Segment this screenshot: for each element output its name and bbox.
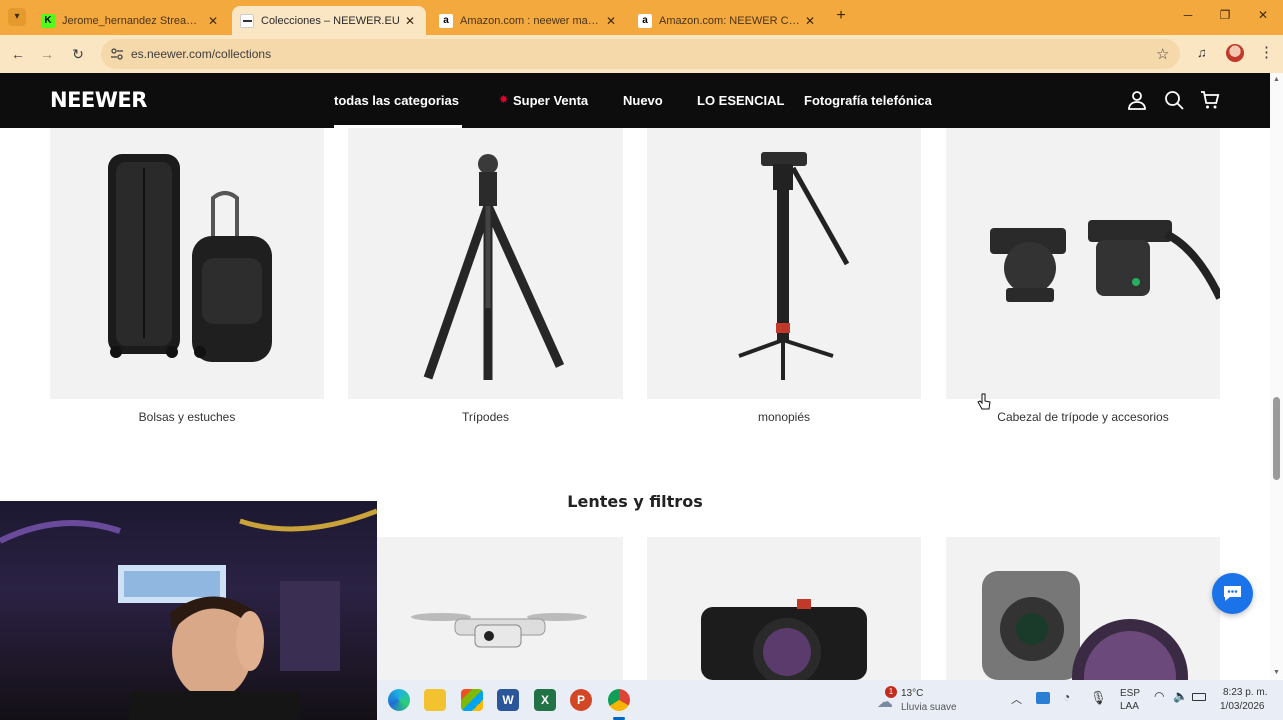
back-icon[interactable]: ← xyxy=(9,45,27,63)
tab-title: Amazon.com : neewer macro le xyxy=(460,14,603,27)
close-icon[interactable]: ✕ xyxy=(802,14,818,28)
minimize-icon[interactable]: ─ xyxy=(1178,8,1198,26)
camera-cage-image xyxy=(701,599,867,686)
collection-label[interactable]: Trípodes xyxy=(348,410,623,424)
bag-case-image xyxy=(108,154,272,362)
microphone-icon[interactable]: 🎙 xyxy=(1090,690,1107,706)
nav-fotografia-telefonica[interactable]: Fotografía telefónica xyxy=(804,93,932,108)
browser-tab-strip: ▾ K Jerome_hernandez Stream - W ✕ Colecc… xyxy=(0,0,1283,35)
weather-alert-badge: 1 xyxy=(885,686,897,698)
collection-card-monopods[interactable] xyxy=(647,128,921,399)
tab-amazon-clip[interactable]: a Amazon.com: NEEWER Clip On ✕ xyxy=(630,6,826,35)
webcam-overlay xyxy=(0,501,377,720)
close-icon[interactable]: ✕ xyxy=(603,14,619,28)
site-info-icon[interactable] xyxy=(110,47,124,61)
chrome-icon[interactable] xyxy=(608,689,630,711)
restore-icon[interactable]: ❐ xyxy=(1215,8,1235,26)
collection-label[interactable]: Bolsas y estuches xyxy=(50,410,324,424)
media-control-icon[interactable]: ♫ xyxy=(1197,45,1207,60)
scrollbar-thumb[interactable] xyxy=(1273,397,1280,480)
search-icon[interactable] xyxy=(1164,90,1184,110)
file-explorer-icon[interactable] xyxy=(424,689,446,711)
tab-neewer-collections[interactable]: Colecciones – NEEWER.EU ✕ xyxy=(232,6,426,35)
kick-icon: K xyxy=(41,13,55,28)
reload-icon[interactable]: ↻ xyxy=(69,45,87,63)
collection-label[interactable]: monopiés xyxy=(647,410,921,424)
battery-icon[interactable] xyxy=(1192,693,1206,701)
neewer-icon xyxy=(240,13,254,28)
amazon-icon: a xyxy=(439,13,453,28)
scroll-up-arrow[interactable]: ▲ xyxy=(1273,76,1280,83)
tab-title: Amazon.com: NEEWER Clip On xyxy=(659,14,802,27)
input-language[interactable]: ESP xyxy=(1120,688,1140,699)
browser-toolbar: ← → ↻ es.neewer.com/collections ☆ ♫ ⋮ xyxy=(0,35,1283,73)
profile-avatar[interactable] xyxy=(1226,44,1244,62)
tab-kick-stream[interactable]: K Jerome_hernandez Stream - W ✕ xyxy=(33,6,229,35)
collection-card-drone-filters[interactable] xyxy=(377,537,623,680)
collection-card-tripod-heads[interactable] xyxy=(946,128,1224,399)
drone-image xyxy=(411,613,587,648)
windows-taskbar: W X P ☁ 1 13°C Lluvia suave ︿ ◔ 🎙 ESP LA… xyxy=(377,680,1283,720)
nav-super-venta[interactable]: Super Venta xyxy=(513,93,588,108)
weather-widget[interactable]: ☁ 1 13°C Lluvia suave xyxy=(877,686,967,716)
tab-title: Jerome_hernandez Stream - W xyxy=(62,14,205,27)
tab-title: Colecciones – NEEWER.EU xyxy=(261,14,400,27)
collection-card-camera-cage[interactable] xyxy=(647,537,921,686)
flash-sale-icon: ✸ xyxy=(499,94,509,106)
tray-overflow-chevron-icon[interactable]: ︿ xyxy=(1011,691,1022,707)
monopod-image xyxy=(738,152,850,380)
wifi-icon[interactable]: ◠ xyxy=(1154,689,1164,703)
hand-cursor-icon xyxy=(977,393,991,410)
input-layout[interactable]: LAA xyxy=(1120,701,1139,712)
amazon-icon: a xyxy=(638,13,652,28)
tray-meet-icon[interactable]: ◔ xyxy=(1063,690,1070,704)
tab-amazon-macro[interactable]: a Amazon.com : neewer macro le ✕ xyxy=(431,6,627,35)
nav-lo-esencial[interactable]: LO ESENCIAL xyxy=(697,93,784,108)
close-icon[interactable]: ✕ xyxy=(402,14,418,28)
bookmark-star-icon[interactable]: ☆ xyxy=(1156,45,1169,63)
powerpoint-icon[interactable]: P xyxy=(570,689,592,711)
word-icon[interactable]: W xyxy=(497,689,519,711)
close-window-icon[interactable]: ✕ xyxy=(1253,8,1273,26)
volume-icon[interactable]: 🔈 xyxy=(1173,689,1188,703)
cart-icon[interactable] xyxy=(1200,90,1220,110)
excel-icon[interactable]: X xyxy=(534,689,556,711)
collection-card-bags[interactable] xyxy=(50,128,324,399)
clock-date[interactable]: 1/03/2026 xyxy=(1220,701,1265,712)
nav-nuevo[interactable]: Nuevo xyxy=(623,93,663,108)
weather-desc: Lluvia suave xyxy=(901,702,957,713)
edge-icon[interactable] xyxy=(388,689,410,711)
close-icon[interactable]: ✕ xyxy=(205,14,221,28)
neewer-logo[interactable]: NEEWER xyxy=(50,88,147,112)
collection-card-phone-lens[interactable] xyxy=(946,537,1220,720)
tray-app-icon[interactable] xyxy=(1036,692,1050,704)
forward-icon[interactable]: → xyxy=(38,45,56,63)
weather-temp: 13°C xyxy=(901,688,924,699)
chat-widget-button[interactable] xyxy=(1212,573,1253,614)
nav-all-categories[interactable]: todas las categorias xyxy=(334,93,459,108)
address-bar[interactable]: es.neewer.com/collections ☆ xyxy=(101,39,1180,69)
collection-label[interactable]: Cabezal de trípode y accesorios xyxy=(946,410,1220,424)
site-header: NEEWER todas las categorias ✸ Super Vent… xyxy=(0,73,1270,128)
microsoft-store-icon[interactable] xyxy=(461,689,483,711)
streamer-webcam-image xyxy=(0,508,377,720)
tab-search-button[interactable]: ▾ xyxy=(8,8,26,26)
phone-lens-image xyxy=(982,571,1188,720)
tripod-image xyxy=(423,154,565,380)
new-tab-button[interactable]: + xyxy=(832,7,850,27)
account-icon[interactable] xyxy=(1127,90,1147,110)
browser-menu-icon[interactable]: ⋮ xyxy=(1259,43,1274,61)
tripod-head-image xyxy=(990,220,1224,302)
url-text: es.neewer.com/collections xyxy=(131,47,272,61)
page-scrollbar[interactable] xyxy=(1270,73,1283,679)
chat-bubble-icon xyxy=(1224,586,1241,601)
clock-time[interactable]: 8:23 p. m. xyxy=(1223,687,1267,698)
scroll-down-arrow[interactable]: ▼ xyxy=(1273,669,1280,676)
collection-card-tripods[interactable] xyxy=(348,128,623,399)
